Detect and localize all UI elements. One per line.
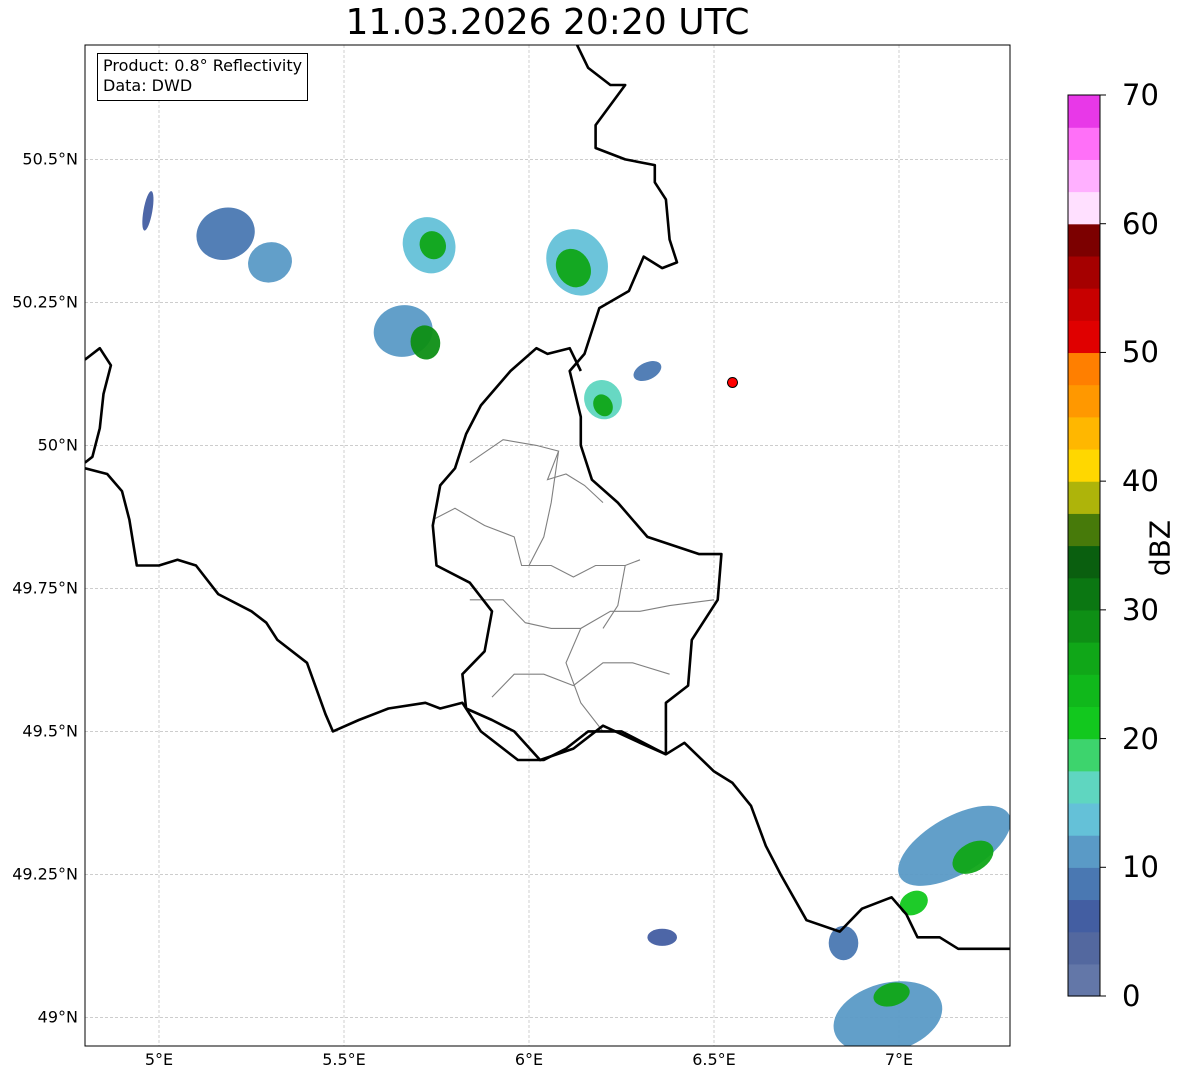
colorbar-segment [1068,95,1100,128]
lon-tick-label: 5.5°E [322,1050,366,1069]
lat-tick-label: 49°N [37,1007,78,1027]
radar-map [84,44,1106,1047]
radar-echo [142,191,154,231]
colorbar-segment [1068,963,1100,997]
lon-tick-label: 6.5°E [692,1050,736,1069]
lat-tick-label: 49.25°N [12,864,78,884]
colorbar-segment [1068,191,1100,225]
national-border [431,346,667,762]
internal-border [469,599,715,629]
colorbar-segment [1068,706,1100,740]
colorbar-segment [1068,738,1100,772]
internal-border [432,507,641,578]
internal-border [491,662,670,698]
map-frame [84,44,1011,1047]
colorbar-segment [1068,545,1100,579]
colorbar-segment [1068,352,1100,386]
colorbar-segment [1068,320,1100,354]
radar-echo [899,890,928,916]
colorbar-segment [1068,577,1100,611]
colorbar-tick-label: 10 [1122,850,1159,885]
colorbar-tick-label: 0 [1122,979,1141,1013]
colorbar-segment [1068,223,1100,257]
colorbar-segment [1068,416,1100,450]
colorbar-segment [1068,448,1100,482]
colorbar-segment [1068,159,1100,193]
colorbar-segment [1068,255,1100,289]
internal-border [528,451,560,566]
lon-tick-label: 7°E [884,1050,914,1069]
colorbar [1067,94,1106,997]
colorbar-segment [1068,642,1100,675]
internal-border [602,565,626,629]
lon-tick-label: 6°E [514,1050,544,1069]
colorbar-segment [1068,513,1100,547]
colorbar-tick-label: 50 [1122,335,1159,370]
colorbar-tick-label: 60 [1122,206,1159,241]
colorbar-segment [1068,770,1100,804]
colorbar-segment [1068,609,1100,643]
national-border [85,467,1010,951]
data-source-label: Data: DWD [103,76,193,95]
colorbar-tick-label: 20 [1122,721,1159,756]
product-label: Product: 0.8° Reflectivity [103,56,303,75]
colorbar-segment [1068,127,1100,160]
radar-site-marker[interactable] [727,376,738,388]
radar-echo [647,928,677,946]
colorbar-segment [1068,481,1100,514]
lat-tick-label: 50°N [37,435,78,455]
radar-echo [898,805,1010,886]
lat-tick-label: 49.5°N [22,721,78,741]
colorbar-tick-label: 40 [1122,464,1159,499]
lat-tick-label: 49.75°N [12,578,78,598]
internal-border [565,628,604,732]
lon-tick-label: 5°E [144,1050,174,1069]
colorbar-segment [1068,288,1100,321]
colorbar-segment [1068,931,1100,965]
internal-borders [432,439,715,732]
colorbar-segment [1068,384,1100,418]
grid-lines [85,45,1010,1046]
colorbar-tick-label: 30 [1122,592,1159,627]
colorbar-segment [1068,835,1100,868]
colorbar-segment [1068,867,1100,901]
colorbar-segment [1068,802,1100,836]
radar-echo [828,925,859,961]
national-borders [85,45,1010,951]
colorbar-tick-label: 70 [1122,78,1159,112]
radar-echo [633,361,662,382]
product-info-box: Product: 0.8° Reflectivity Data: DWD [97,53,309,101]
colorbar-segment [1068,899,1100,933]
colorbar-label: dBZ [1143,519,1177,577]
lat-tick-label: 50.5°N [22,149,78,169]
lat-tick-label: 50.25°N [12,292,78,312]
colorbar-segment [1068,674,1100,707]
